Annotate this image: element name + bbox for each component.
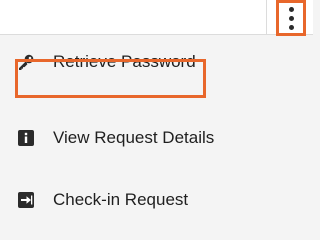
menu-item-label: View Request Details [53,128,215,147]
kebab-dot [288,6,294,12]
top-bar [0,0,313,35]
menu-item-label: Check-in Request [53,190,189,209]
top-bar-divider [266,0,267,34]
menu-item-check-in-request[interactable]: Check-in Request [0,178,313,222]
info-icon [17,129,35,147]
kebab-dot [288,24,294,30]
more-options-button[interactable] [276,0,306,36]
highlight-box [15,59,206,98]
kebab-dot [288,15,294,21]
menu-item-view-request-details[interactable]: View Request Details [0,116,313,160]
check-in-icon [17,191,35,209]
